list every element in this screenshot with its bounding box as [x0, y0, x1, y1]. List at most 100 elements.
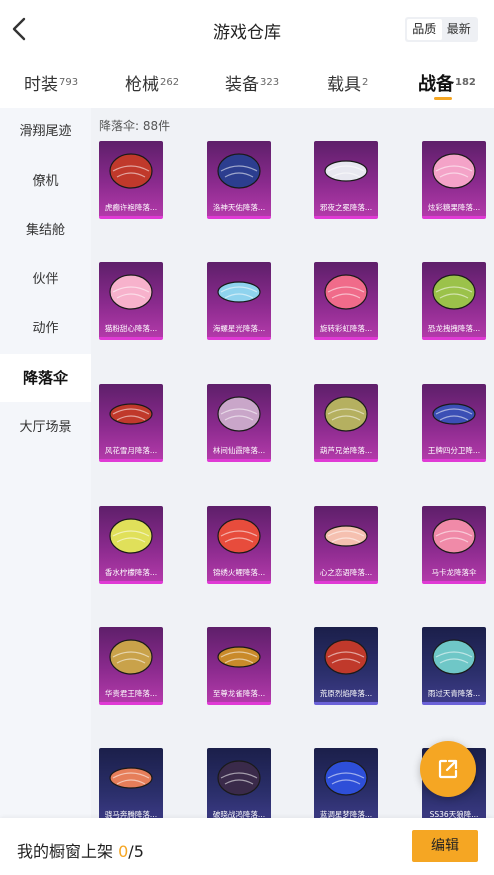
sort-quality-button[interactable]: 品质	[407, 19, 442, 40]
item-name: 邪夜之冕降落...	[319, 203, 373, 212]
parachute-icon	[324, 396, 368, 432]
sort-newest-button[interactable]: 最新	[442, 19, 477, 40]
parachute-icon	[217, 396, 261, 432]
parachute-icon	[217, 760, 261, 796]
item-frame: 海螺星光降落...	[207, 262, 271, 340]
item-name: 林间仙霞降落...	[212, 446, 266, 455]
sidebar-item-assembly-pod[interactable]: 集结舱	[0, 207, 91, 255]
parachute-item-card[interactable]: 风花雪月降落...	[99, 384, 163, 462]
parachute-item-card[interactable]: 华贵君王降落...	[99, 627, 163, 705]
item-frame: 旋转彩虹降落...	[314, 262, 378, 340]
item-frame: 林间仙霞降落...	[207, 384, 271, 462]
item-frame: 破晓战鸿降落...	[207, 748, 271, 818]
parachute-icon	[324, 274, 368, 310]
tab-label: 装备	[225, 75, 259, 95]
parachute-icon	[217, 281, 261, 303]
parachute-item-card[interactable]: 虎癫许袍降落...	[99, 141, 163, 219]
item-frame: 王牌四分卫降...	[422, 384, 486, 462]
item-name: 恐龙拽拽降落...	[427, 324, 481, 333]
parachute-item-card[interactable]: 炫彩糖果降落...	[422, 141, 486, 219]
item-name: 风花雪月降落...	[104, 446, 158, 455]
parachute-icon	[324, 760, 368, 796]
parachute-icon	[217, 153, 261, 189]
item-frame: 骁马奔腾降落...	[99, 748, 163, 818]
parachute-item-card[interactable]: 雨过天青降落...	[422, 627, 486, 705]
item-name: 心之恋语降落...	[319, 568, 373, 577]
sidebar-item-parachute[interactable]: 降落伞	[0, 354, 91, 402]
parachute-item-card[interactable]: 破晓战鸿降落...	[207, 748, 271, 818]
sidebar-item-companion[interactable]: 伙伴	[0, 256, 91, 304]
sidebar-item-glide-trail[interactable]: 滑翔尾迹	[0, 108, 91, 156]
parachute-item-card[interactable]: 王牌四分卫降...	[422, 384, 486, 462]
item-name: 炫彩糖果降落...	[427, 203, 481, 212]
item-name: SS36天狼降...	[429, 810, 479, 818]
item-name: 葫芦兄弟降落...	[319, 446, 373, 455]
parachute-item-card[interactable]: 海螺星光降落...	[207, 262, 271, 340]
tab-label: 时装	[24, 75, 58, 95]
parachute-item-card[interactable]: 猫粉甜心降落...	[99, 262, 163, 340]
item-name: 华贵君王降落...	[104, 689, 158, 698]
parachute-item-card[interactable]: 蓝调星梦降落...	[314, 748, 378, 818]
parachute-item-card[interactable]: 香水柠檬降落...	[99, 506, 163, 584]
item-name: 荒原烈焰降落...	[319, 689, 373, 698]
item-name: 香水柠檬降落...	[104, 568, 158, 577]
parachute-item-card[interactable]: 马卡龙降落伞	[422, 506, 486, 584]
showcase-total: /5	[128, 842, 144, 861]
tab-vehicles[interactable]: 载具2	[327, 70, 368, 95]
item-frame: 炫彩糖果降落...	[422, 141, 486, 219]
item-frame: 雨过天青降落...	[422, 627, 486, 705]
item-frame: 心之恋语降落...	[314, 506, 378, 584]
tab-count: 793	[59, 77, 79, 88]
item-frame: 猫粉甜心降落...	[99, 262, 163, 340]
parachute-item-card[interactable]: 旋转彩虹降落...	[314, 262, 378, 340]
tab-weapons[interactable]: 枪械262	[125, 70, 179, 95]
sidebar: 滑翔尾迹 僚机 集结舱 伙伴 动作 降落伞 大厅场景	[0, 108, 91, 875]
item-name: 旋转彩虹降落...	[319, 324, 373, 333]
parachute-icon	[109, 518, 153, 554]
item-name: 至尊龙雀降落...	[212, 689, 266, 698]
parachute-item-card[interactable]: 邪夜之冕降落...	[314, 141, 378, 219]
parachute-icon	[109, 274, 153, 310]
share-button[interactable]	[420, 741, 476, 797]
parachute-item-card[interactable]: 葫芦兄弟降落...	[314, 384, 378, 462]
tab-fashion[interactable]: 时装793	[24, 70, 78, 95]
bottom-bar: 我的橱窗上架 0/5 编辑	[0, 818, 494, 875]
parachute-item-card[interactable]: 至尊龙雀降落...	[207, 627, 271, 705]
parachute-item-card[interactable]: 锦绣火鲤降落...	[207, 506, 271, 584]
edit-button[interactable]: 编辑	[412, 830, 478, 862]
item-name: 锦绣火鲤降落...	[212, 568, 266, 577]
item-count: 降落伞: 88件	[99, 119, 171, 133]
parachute-icon	[217, 518, 261, 554]
parachute-item-card[interactable]: 骁马奔腾降落...	[99, 748, 163, 818]
item-frame: 华贵君王降落...	[99, 627, 163, 705]
item-frame: 荒原烈焰降落...	[314, 627, 378, 705]
item-frame: 至尊龙雀降落...	[207, 627, 271, 705]
item-frame: 葫芦兄弟降落...	[314, 384, 378, 462]
share-icon	[438, 759, 458, 779]
parachute-item-card[interactable]: 洛神天佑降落...	[207, 141, 271, 219]
parachute-icon	[109, 767, 153, 789]
item-name: 洛神天佑降落...	[212, 203, 266, 212]
tab-equipment[interactable]: 装备323	[225, 70, 279, 95]
parachute-item-card[interactable]: 林间仙霞降落...	[207, 384, 271, 462]
item-name: 骁马奔腾降落...	[104, 810, 158, 818]
item-frame: 虎癫许袍降落...	[99, 141, 163, 219]
parachute-icon	[432, 403, 476, 425]
parachute-icon	[217, 646, 261, 668]
sidebar-item-lobby-scene[interactable]: 大厅场景	[0, 404, 91, 452]
tab-combat-supplies[interactable]: 战备182	[418, 70, 476, 100]
sidebar-item-wingman[interactable]: 僚机	[0, 158, 91, 206]
item-name: 王牌四分卫降...	[427, 446, 481, 455]
parachute-icon	[432, 639, 476, 675]
item-frame: 香水柠檬降落...	[99, 506, 163, 584]
parachute-item-card[interactable]: 恐龙拽拽降落...	[422, 262, 486, 340]
item-name: 雨过天青降落...	[427, 689, 481, 698]
tab-count: 262	[160, 77, 180, 88]
item-frame: 邪夜之冕降落...	[314, 141, 378, 219]
item-frame: 锦绣火鲤降落...	[207, 506, 271, 584]
parachute-item-card[interactable]: 心之恋语降落...	[314, 506, 378, 584]
item-name: 蓝调星梦降落...	[319, 810, 373, 818]
parachute-item-card[interactable]: 荒原烈焰降落...	[314, 627, 378, 705]
parachute-icon	[324, 160, 368, 182]
sidebar-item-emote[interactable]: 动作	[0, 305, 91, 353]
